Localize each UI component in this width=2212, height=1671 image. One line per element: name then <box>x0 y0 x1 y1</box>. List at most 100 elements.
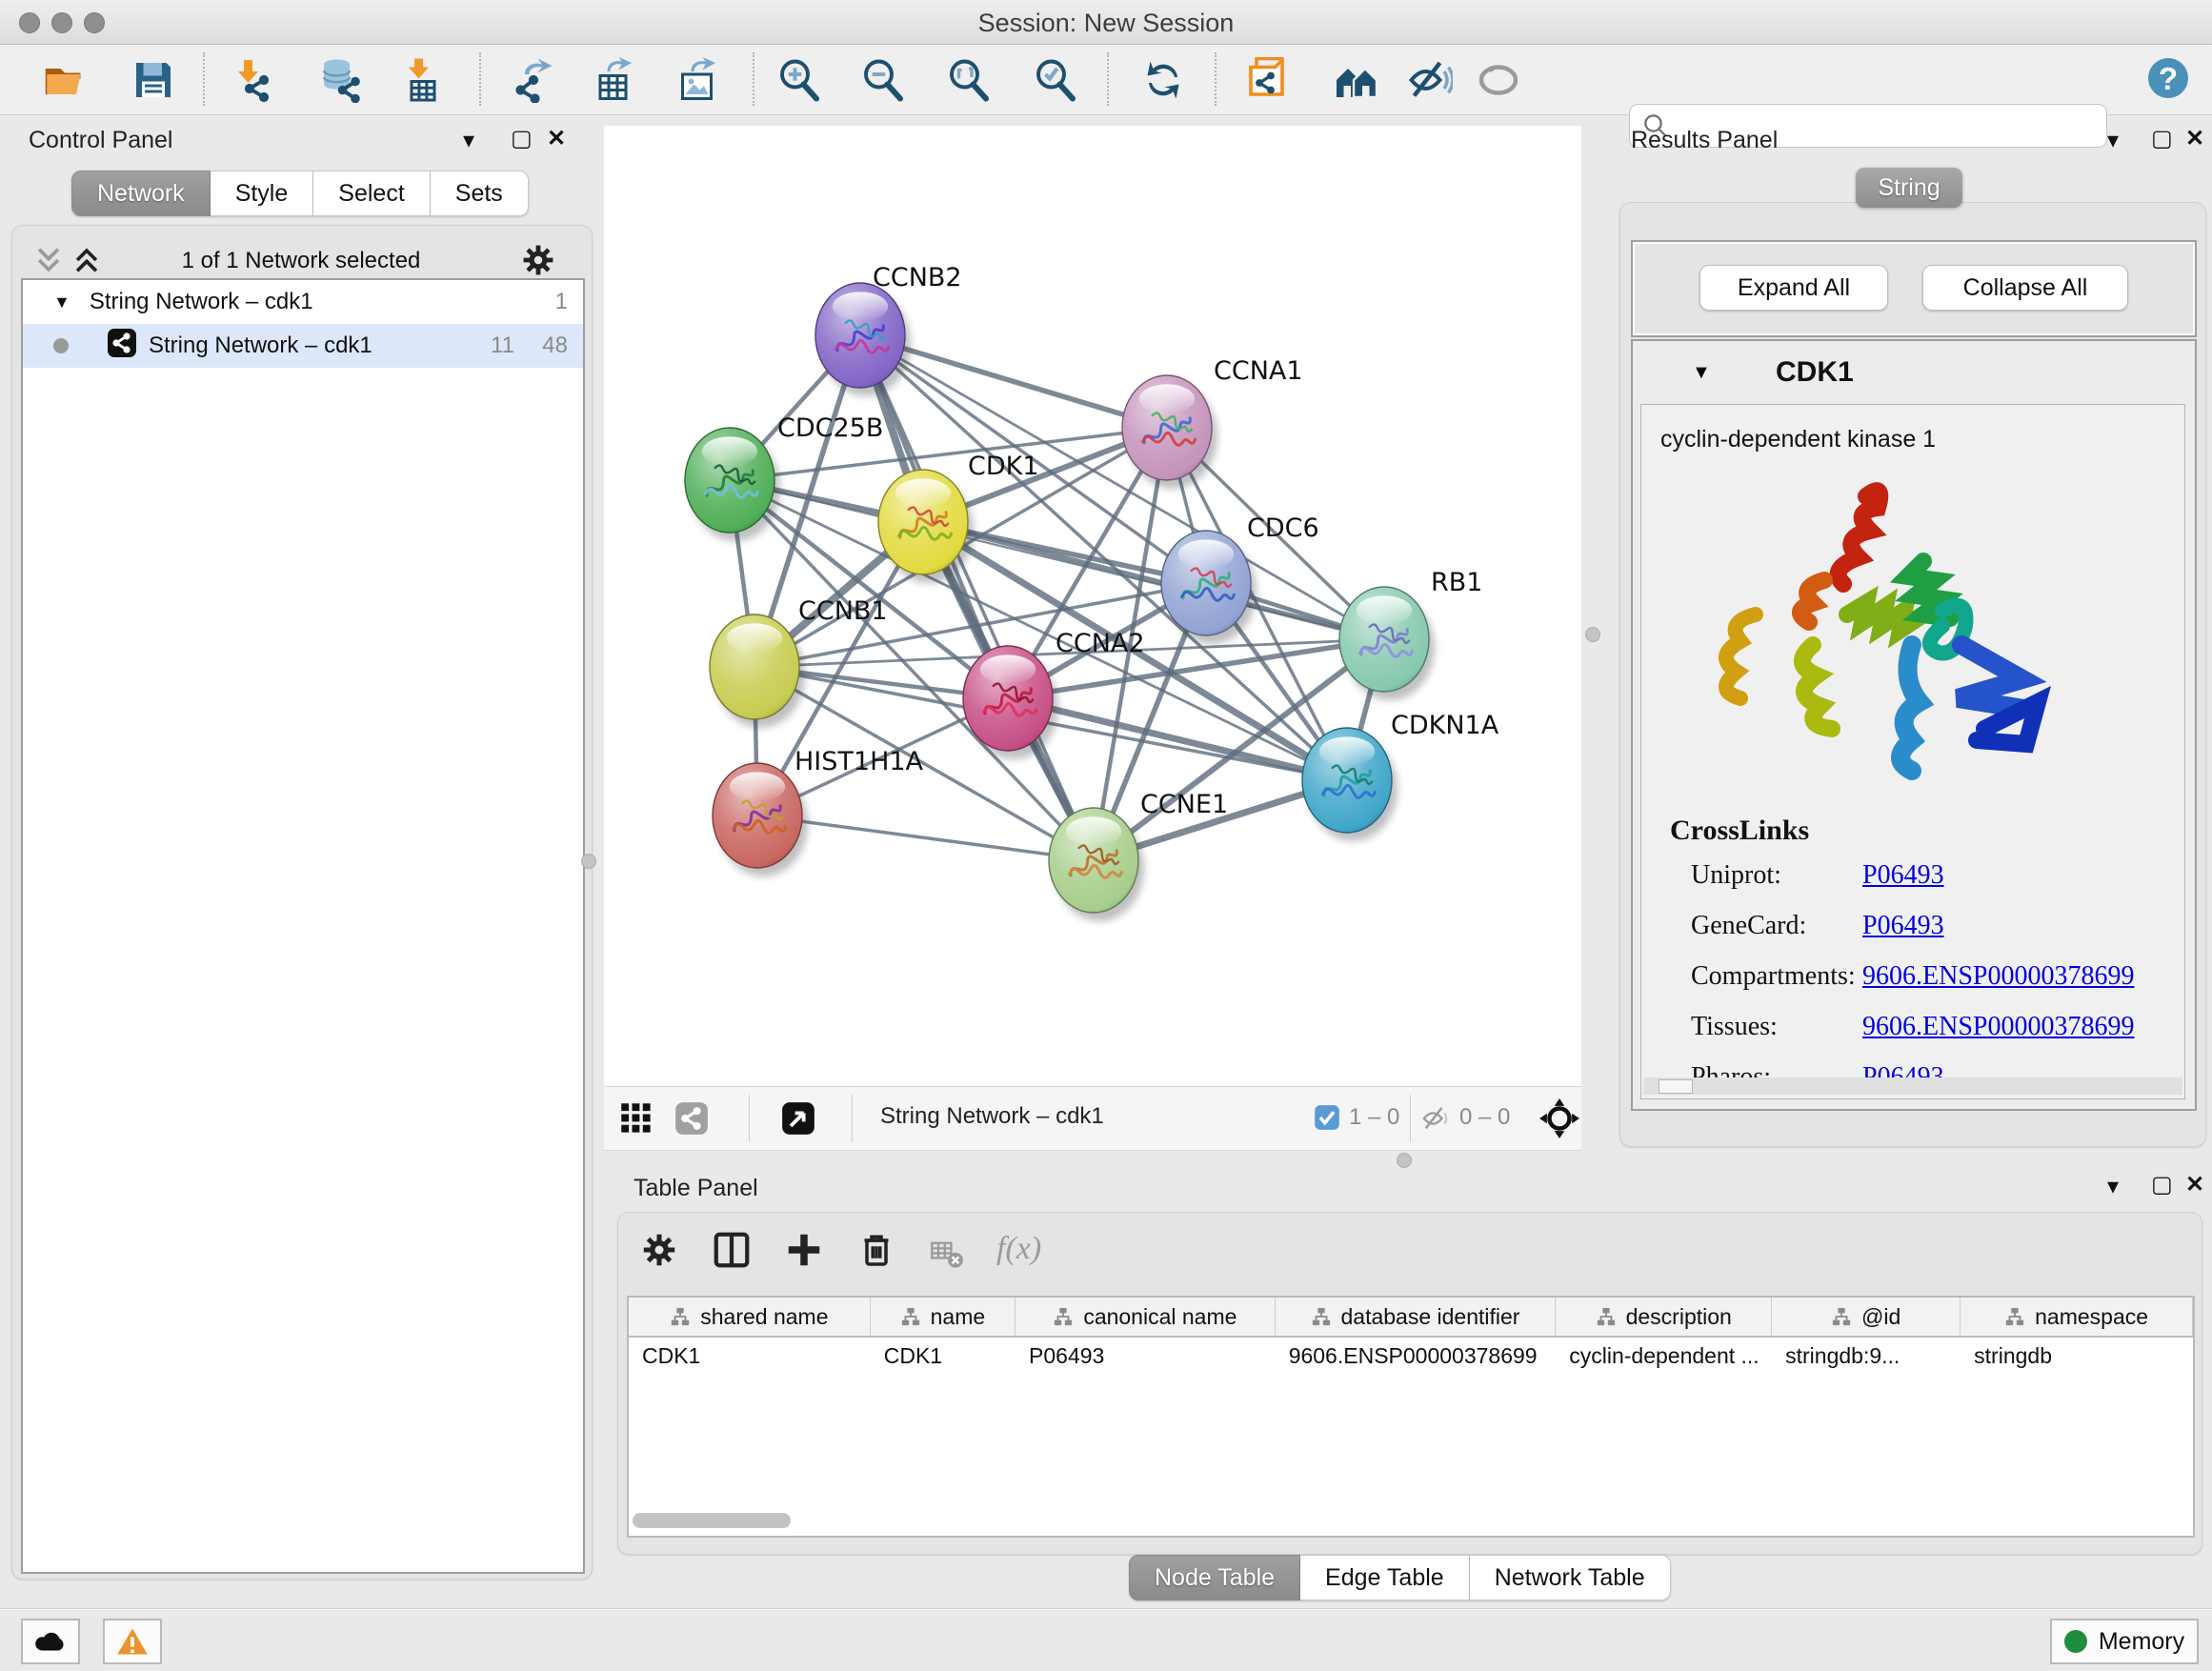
right-splitter-handle[interactable] <box>1585 627 1600 642</box>
control-panel-float-icon[interactable]: ▢ <box>511 128 533 151</box>
first-neighbors-icon[interactable] <box>1334 57 1379 103</box>
network-options-gear-icon[interactable] <box>520 242 556 283</box>
table-cell[interactable]: stringdb:9... <box>1772 1338 1961 1374</box>
node-CCNE1[interactable]: CCNE1 <box>1049 790 1228 921</box>
node-table[interactable]: shared namenamecanonical namedatabase id… <box>627 1296 2195 1538</box>
node-RB1[interactable]: RB1 <box>1339 568 1482 700</box>
footer-separator <box>749 1095 750 1142</box>
birds-eye-view-icon[interactable] <box>781 1101 815 1140</box>
table-cell[interactable]: CDK1 <box>629 1338 871 1374</box>
import-network-database-icon[interactable] <box>318 57 364 103</box>
cdk1-description: cyclin-dependent kinase 1 <box>1660 426 1936 453</box>
column-header-namespace[interactable]: namespace <box>1961 1298 2193 1336</box>
add-column-icon[interactable] <box>785 1231 823 1274</box>
column-header-database-identifier[interactable]: database identifier <box>1276 1298 1557 1336</box>
table-cell[interactable]: cyclin-dependent ... <box>1556 1338 1772 1374</box>
network-thumbnail-icon[interactable] <box>674 1101 709 1140</box>
results-panel-close-icon[interactable]: ✕ <box>2185 128 2204 151</box>
results-tab-string[interactable]: String <box>1856 168 1962 208</box>
horizontal-splitter-handle[interactable] <box>1397 1153 1412 1168</box>
export-network-icon[interactable] <box>511 57 556 103</box>
save-session-icon[interactable] <box>131 57 176 103</box>
tab-edge-table[interactable]: Edge Table <box>1300 1555 1470 1601</box>
crosslink-link[interactable]: 9606.ENSP00000378699 <box>1862 1012 2134 1042</box>
results-hscrollbar-thumb[interactable] <box>1659 1079 1693 1094</box>
expand-all-button[interactable]: Expand All <box>1699 265 1888 311</box>
table-cell[interactable]: CDK1 <box>871 1338 1016 1374</box>
show-hide-columns-icon[interactable] <box>713 1231 751 1274</box>
warning-button[interactable] <box>103 1619 162 1664</box>
zoom-in-icon[interactable] <box>776 57 822 103</box>
table-panel-tabs: Node Table Edge Table Network Table <box>1129 1555 1671 1601</box>
collapse-all-button[interactable]: Collapse All <box>1922 265 2128 311</box>
table-panel-float-icon[interactable]: ▢ <box>2151 1174 2173 1197</box>
crosslink-link[interactable]: P06493 <box>1862 860 1944 891</box>
table-cell[interactable]: P06493 <box>1016 1338 1276 1374</box>
cdk1-collapse-icon[interactable]: ▼ <box>1692 362 1711 384</box>
crosslink-link[interactable]: 9606.ENSP00000378699 <box>1862 961 2134 992</box>
table-cell[interactable]: stringdb <box>1961 1338 2193 1374</box>
network-row[interactable]: String Network – cdk1 11 48 <box>23 324 583 368</box>
tab-network[interactable]: Network <box>71 171 211 216</box>
delete-column-trash-icon[interactable] <box>857 1231 895 1274</box>
crosslink-link[interactable]: P06493 <box>1862 911 1944 941</box>
table-row[interactable]: CDK1CDK1P064939606.ENSP00000378699cyclin… <box>629 1338 2193 1374</box>
column-header-name[interactable]: name <box>871 1298 1016 1336</box>
node-CDC6[interactable]: CDC6 <box>1161 513 1319 644</box>
left-splitter-handle[interactable] <box>581 854 596 869</box>
tab-style[interactable]: Style <box>211 171 314 216</box>
node-CCNA1[interactable]: CCNA1 <box>1122 356 1303 489</box>
import-network-file-icon[interactable] <box>230 57 275 103</box>
node-CCNB2[interactable]: CCNB2 <box>815 263 962 396</box>
node-label-CCNB1: CCNB1 <box>798 596 888 626</box>
string-network-graph[interactable]: CCNB2 CCNA1 CDC25B CDK1 CDC6 RB1 CCNB1 C… <box>604 126 1581 1086</box>
refresh-icon[interactable] <box>1140 57 1186 103</box>
column-header-shared-name[interactable]: shared name <box>629 1298 871 1336</box>
memory-button[interactable]: Memory <box>2050 1619 2199 1664</box>
control-panel-close-icon[interactable]: ✕ <box>547 128 566 151</box>
results-panel-menu-icon[interactable]: ▾ <box>2107 130 2119 152</box>
column-header-description[interactable]: description <box>1556 1298 1772 1336</box>
table-panel-close-icon[interactable]: ✕ <box>2185 1174 2204 1197</box>
results-panel-float-icon[interactable]: ▢ <box>2151 128 2173 151</box>
hide-selected-icon[interactable] <box>1407 57 1453 103</box>
tab-select[interactable]: Select <box>313 171 430 216</box>
tab-network-table[interactable]: Network Table <box>1470 1555 1671 1601</box>
edge-CCNE1-CCNB2[interactable] <box>860 335 1094 860</box>
grid-view-icon[interactable] <box>619 1101 654 1140</box>
table-hscrollbar-thumb[interactable] <box>633 1513 791 1528</box>
control-panel-title: Control Panel <box>29 127 172 154</box>
tab-node-table[interactable]: Node Table <box>1129 1555 1300 1601</box>
network-collection-row[interactable]: ▼ String Network – cdk1 1 <box>23 280 583 324</box>
cytoscape-window: Session: New Session <box>0 0 2212 1671</box>
pan-crosshair-icon[interactable] <box>1539 1098 1579 1143</box>
tab-sets[interactable]: Sets <box>431 171 529 216</box>
export-image-icon[interactable] <box>675 57 721 103</box>
import-table-file-icon[interactable] <box>400 57 446 103</box>
export-table-icon[interactable] <box>592 57 637 103</box>
cloud-button[interactable] <box>21 1619 80 1664</box>
delete-table-icon[interactable] <box>930 1237 964 1276</box>
results-hscrollbar[interactable] <box>1643 1077 2182 1095</box>
network-canvas[interactable]: CCNB2 CCNA1 CDC25B CDK1 CDC6 RB1 CCNB1 C… <box>604 126 1581 1086</box>
zoom-out-icon[interactable] <box>860 57 906 103</box>
column-header-canonical-name[interactable]: canonical name <box>1016 1298 1276 1336</box>
node-HIST1H1A[interactable]: HIST1H1A <box>713 747 924 876</box>
node-CDKN1A[interactable]: CDKN1A <box>1302 711 1499 841</box>
open-file-icon[interactable] <box>42 57 88 103</box>
zoom-selected-icon[interactable] <box>1033 57 1078 103</box>
function-builder-icon[interactable]: f(x) <box>996 1231 1041 1267</box>
show-all-icon[interactable] <box>1476 57 1521 103</box>
table-cell[interactable]: 9606.ENSP00000378699 <box>1276 1338 1557 1374</box>
collection-expand-icon[interactable]: ▼ <box>53 292 70 312</box>
new-network-from-selection-icon[interactable] <box>1245 57 1291 103</box>
zoom-fit-icon[interactable] <box>946 57 992 103</box>
footer-network-title: String Network – cdk1 <box>880 1103 1104 1130</box>
table-panel-menu-icon[interactable]: ▾ <box>2107 1176 2119 1198</box>
selected-checkbox-icon[interactable] <box>1314 1104 1340 1136</box>
column-header-id[interactable]: @id <box>1772 1298 1961 1336</box>
control-panel-menu-icon[interactable]: ▾ <box>463 130 474 152</box>
table-settings-gear-icon[interactable] <box>640 1231 678 1274</box>
help-icon[interactable]: ? <box>2145 55 2191 101</box>
memory-label: Memory <box>2099 1628 2184 1656</box>
